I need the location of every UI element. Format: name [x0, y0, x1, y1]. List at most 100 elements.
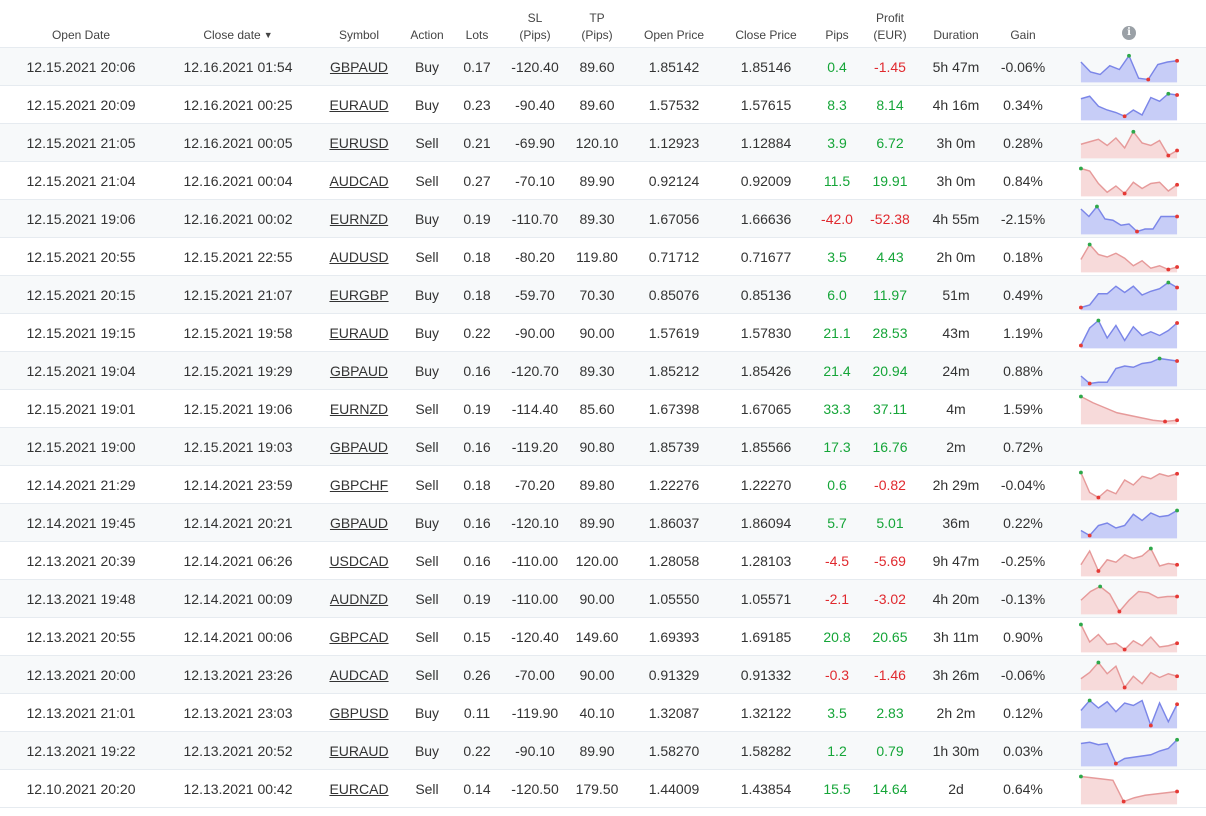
- profit-cell: 14.64: [862, 769, 918, 808]
- header-open-date[interactable]: Open Date: [0, 0, 162, 48]
- profit-cell: 6.72: [862, 123, 918, 162]
- table-row[interactable]: 12.13.2021 19:48 12.14.2021 00:09 AUDNZD Se…: [0, 579, 1206, 618]
- close-date-cell: 12.13.2021 23:26: [162, 655, 314, 694]
- header-pips[interactable]: Pips: [812, 0, 862, 48]
- symbol-link[interactable]: AUDUSD: [329, 249, 388, 265]
- table-row[interactable]: 12.14.2021 21:29 12.14.2021 23:59 GBPCHF Se…: [0, 465, 1206, 504]
- gain-cell: 1.19%: [994, 313, 1052, 352]
- header-symbol[interactable]: Symbol: [314, 0, 404, 48]
- header-sl[interactable]: SL (Pips): [504, 0, 566, 48]
- action-cell: Buy: [404, 503, 450, 542]
- header-duration[interactable]: Duration: [918, 0, 994, 48]
- open-price-cell: 0.71712: [628, 237, 720, 276]
- equity-sparkline: [1080, 53, 1179, 82]
- table-row[interactable]: 12.15.2021 20:15 12.15.2021 21:07 EURGBP Bu…: [0, 275, 1206, 314]
- sl-cell: -110.00: [504, 541, 566, 580]
- profit-cell: -5.69: [862, 541, 918, 580]
- symbol-link[interactable]: GBPUSD: [329, 705, 388, 721]
- table-row[interactable]: 12.13.2021 21:01 12.13.2021 23:03 GBPUSD Bu…: [0, 693, 1206, 732]
- action-cell: Buy: [404, 693, 450, 732]
- action-cell: Sell: [404, 237, 450, 276]
- symbol-link[interactable]: EURUSD: [329, 135, 388, 151]
- header-close-date[interactable]: Close date ▼: [162, 0, 314, 48]
- header-gain[interactable]: Gain: [994, 0, 1052, 48]
- profit-cell: -1.46: [862, 655, 918, 694]
- table-header-row: Open Date Close date ▼ Symbol Action Lots…: [0, 0, 1206, 48]
- lots-cell: 0.17: [450, 47, 504, 86]
- sparkline-area: [1080, 624, 1178, 652]
- profit-cell: 20.94: [862, 351, 918, 390]
- symbol-link[interactable]: AUDNZD: [330, 591, 388, 607]
- symbol-link[interactable]: EURNZD: [330, 401, 388, 417]
- symbol-link[interactable]: EURAUD: [329, 97, 388, 113]
- symbol-link[interactable]: GBPCAD: [329, 629, 388, 645]
- gain-cell: 0.88%: [994, 351, 1052, 390]
- action-cell: Sell: [404, 541, 450, 580]
- symbol-link[interactable]: GBPAUD: [330, 363, 388, 379]
- header-action[interactable]: Action: [404, 0, 450, 48]
- symbol-cell: GBPAUD: [314, 351, 404, 390]
- symbol-link[interactable]: EURAUD: [329, 325, 388, 341]
- table-row[interactable]: 12.14.2021 19:45 12.14.2021 20:21 GBPAUD Bu…: [0, 503, 1206, 542]
- open-price-cell: 1.32087: [628, 693, 720, 732]
- symbol-link[interactable]: AUDCAD: [329, 667, 388, 683]
- table-row[interactable]: 12.13.2021 20:55 12.14.2021 00:06 GBPCAD Se…: [0, 617, 1206, 656]
- symbol-link[interactable]: EURAUD: [329, 743, 388, 759]
- sparkline-cell: [1052, 161, 1206, 200]
- table-row[interactable]: 12.15.2021 19:01 12.15.2021 19:06 EURNZD Se…: [0, 389, 1206, 428]
- equity-sparkline: [1080, 584, 1179, 614]
- sparkline-low-marker: [1122, 113, 1127, 118]
- sparkline-cell: [1052, 351, 1206, 390]
- equity-sparkline: [1080, 91, 1179, 120]
- table-row[interactable]: 12.15.2021 19:04 12.15.2021 19:29 GBPAUD Bu…: [0, 351, 1206, 390]
- table-row[interactable]: 12.15.2021 20:55 12.15.2021 22:55 AUDUSD Se…: [0, 237, 1206, 276]
- symbol-link[interactable]: GBPAUD: [330, 515, 388, 531]
- table-row[interactable]: 12.15.2021 21:04 12.16.2021 00:04 AUDCAD Se…: [0, 161, 1206, 200]
- sparkline-high-marker: [1087, 698, 1092, 702]
- sparkline-high-marker: [1157, 356, 1162, 360]
- sl-cell: -70.20: [504, 465, 566, 504]
- symbol-link[interactable]: EURGBP: [329, 287, 388, 303]
- open-date-cell: 12.15.2021 20:09: [0, 85, 162, 124]
- close-price-cell: 1.57830: [720, 313, 812, 352]
- symbol-link[interactable]: EURCAD: [329, 781, 388, 797]
- table-row[interactable]: 12.13.2021 20:39 12.14.2021 06:26 USDCAD Se…: [0, 541, 1206, 580]
- tp-cell: 90.00: [566, 579, 628, 618]
- lots-cell: 0.21: [450, 123, 504, 162]
- symbol-link[interactable]: EURNZD: [330, 211, 388, 227]
- lots-cell: 0.18: [450, 465, 504, 504]
- sort-desc-icon[interactable]: ▼: [264, 30, 273, 40]
- table-row[interactable]: 12.15.2021 19:06 12.16.2021 00:02 EURNZD Bu…: [0, 199, 1206, 238]
- symbol-link[interactable]: USDCAD: [329, 553, 388, 569]
- header-lots[interactable]: Lots: [450, 0, 504, 48]
- header-tp[interactable]: TP (Pips): [566, 0, 628, 48]
- sparkline-end-marker: [1175, 358, 1179, 363]
- table-row[interactable]: 12.15.2021 19:00 12.15.2021 19:03 GBPAUD Se…: [0, 427, 1206, 466]
- sl-cell: -120.40: [504, 47, 566, 86]
- table-row[interactable]: 12.15.2021 19:15 12.15.2021 19:58 EURAUD Bu…: [0, 313, 1206, 352]
- header-close-price[interactable]: Close Price: [720, 0, 812, 48]
- sparkline-cell: [1052, 313, 1206, 352]
- close-price-cell: 1.85426: [720, 351, 812, 390]
- table-row[interactable]: 12.15.2021 21:05 12.16.2021 00:05 EURUSD Se…: [0, 123, 1206, 162]
- symbol-link[interactable]: GBPAUD: [330, 59, 388, 75]
- symbol-link[interactable]: GBPCHF: [330, 477, 388, 493]
- sparkline-low-marker: [1113, 761, 1118, 765]
- table-row[interactable]: 12.15.2021 20:06 12.16.2021 01:54 GBPAUD Bu…: [0, 47, 1206, 86]
- table-row[interactable]: 12.10.2021 20:20 12.13.2021 00:42 EURCAD Se…: [0, 769, 1206, 808]
- symbol-link[interactable]: AUDCAD: [329, 173, 388, 189]
- profit-cell: 8.14: [862, 85, 918, 124]
- header-open-price[interactable]: Open Price: [628, 0, 720, 48]
- info-icon[interactable]: i: [1122, 26, 1136, 40]
- symbol-cell: EURNZD: [314, 389, 404, 428]
- symbol-link[interactable]: GBPAUD: [330, 439, 388, 455]
- table-row[interactable]: 12.13.2021 20:00 12.13.2021 23:26 AUDCAD Se…: [0, 655, 1206, 694]
- close-date-cell: 12.13.2021 23:03: [162, 693, 314, 732]
- sparkline-low-marker: [1135, 229, 1139, 233]
- table-row[interactable]: 12.15.2021 20:09 12.16.2021 00:25 EURAUD Bu…: [0, 85, 1206, 124]
- open-price-cell: 1.86037: [628, 503, 720, 542]
- header-profit[interactable]: Profit (EUR): [862, 0, 918, 48]
- sparkline-end-marker: [1175, 594, 1179, 598]
- profit-cell: 2.83: [862, 693, 918, 732]
- table-row[interactable]: 12.13.2021 19:22 12.13.2021 20:52 EURAUD Bu…: [0, 731, 1206, 770]
